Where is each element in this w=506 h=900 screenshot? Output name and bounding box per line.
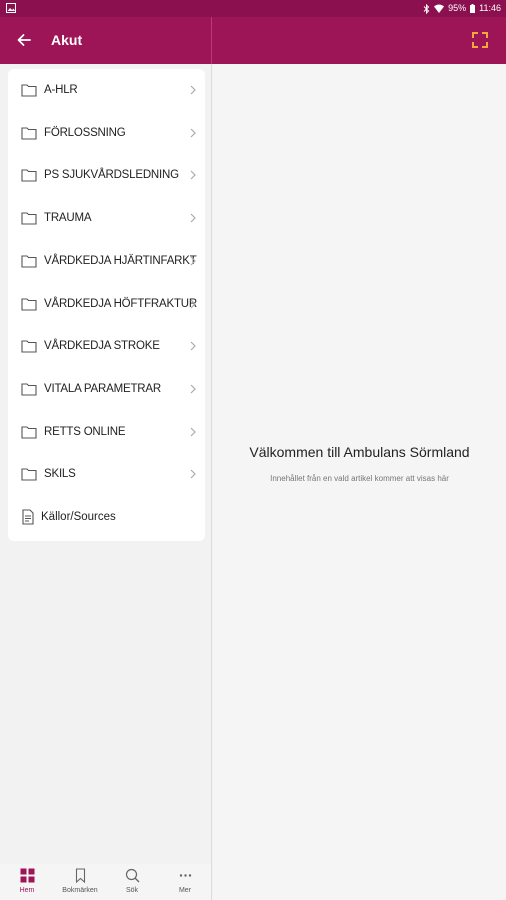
folder-icon [21,340,37,353]
nav-item-more[interactable]: Mer [159,864,211,900]
chevron-right-icon [190,85,196,95]
nav-label: Sök [125,887,139,894]
folder-icon [21,212,37,225]
folder-icon [21,297,37,311]
battery-icon [470,4,476,13]
list-item-trauma[interactable]: TRAUMA [8,197,205,239]
welcome-subtext: Innehållet från en vald artikel kommer a… [270,474,449,483]
folder-icon [21,468,37,481]
wifi-icon [434,4,445,13]
status-bar: 95% 11:46 [0,0,506,17]
grid-icon [20,868,35,883]
list-item-a-hlr[interactable]: A-HLR [8,69,205,111]
list-item-label: FÖRLOSSNING [44,126,126,139]
nav-item-bookmarks[interactable]: Bokmärken [54,864,106,900]
folder-icon [21,127,37,140]
search-icon [125,868,140,883]
content-panel: Välkommen till Ambulans Sörmland Innehål… [213,64,506,900]
list-item-skils[interactable]: SKILS [8,453,205,495]
folder-icon [21,169,37,182]
list-item-label: Källor/Sources [41,511,116,523]
list-item-vitala-parametrar[interactable]: VITALA PARAMETRAR [8,368,205,410]
folder-icon [21,426,37,439]
list-item-label: VÅRDKEDJA HJÄRTINFARKT [44,254,197,267]
folder-icon [21,383,37,396]
back-arrow-icon[interactable] [14,30,34,50]
document-icon [22,509,34,525]
folder-icon [21,255,37,268]
nav-label: Bokmärken [62,887,98,894]
list-item-retts-online[interactable]: RETTS ONLINE [8,411,205,453]
list-item-vardkedja-hjartinfarkt[interactable]: VÅRDKEDJA HJÄRTINFARKT [8,240,205,282]
app-bar-right [212,17,506,64]
category-list: A-HLR FÖRLOSSNING PS SJUKVÅRDSLEDNING TR… [8,69,205,541]
image-icon [6,3,16,13]
welcome-title: Välkommen till Ambulans Sörmland [249,444,470,460]
list-item-label: PS SJUKVÅRDSLEDNING [44,169,179,182]
nav-label: Hem [19,887,35,894]
chevron-right-icon [190,170,196,180]
list-item-ps-sjukvardsledning[interactable]: PS SJUKVÅRDSLEDNING [8,154,205,196]
battery-percent: 95% [448,3,467,13]
bottom-nav: Hem Bokmärken Sök Mer [0,864,212,900]
chevron-right-icon [190,384,196,394]
clock: 11:46 [479,3,501,13]
list-item-forlossning[interactable]: FÖRLOSSNING [8,112,205,154]
list-item-vardkedja-hoftfraktur[interactable]: VÅRDKEDJA HÖFTFRAKTUR [8,283,205,325]
more-icon [179,874,192,877]
list-item-label: VÅRDKEDJA STROKE [44,340,160,353]
nav-item-home[interactable]: Hem [1,864,53,900]
list-item-label: A-HLR [44,84,78,96]
fullscreen-icon[interactable] [471,31,489,49]
nav-label: Mer [178,887,192,894]
chevron-right-icon [190,299,196,308]
list-item-label: VÅRDKEDJA HÖFTFRAKTUR [44,297,197,310]
chevron-right-icon [190,469,196,479]
app-bar-left: Akut [0,17,212,64]
chevron-right-icon [190,213,196,223]
chevron-right-icon [190,128,196,138]
nav-item-search[interactable]: Sök [106,864,158,900]
page-title: Akut [51,32,83,48]
bookmark-icon [75,868,86,883]
chevron-right-icon [190,427,196,437]
chevron-right-icon [190,256,196,266]
list-item-kallor-sources[interactable]: Källor/Sources [8,496,205,538]
left-panel: A-HLR FÖRLOSSNING PS SJUKVÅRDSLEDNING TR… [0,64,212,864]
list-item-label: RETTS ONLINE [44,425,126,438]
list-item-label: SKILS [44,468,76,481]
list-item-label: VITALA PARAMETRAR [44,382,161,395]
chevron-right-icon [190,341,196,351]
bluetooth-icon [423,3,430,14]
app-bar: Akut [0,17,506,64]
list-item-vardkedja-stroke[interactable]: VÅRDKEDJA STROKE [8,325,205,367]
list-item-label: TRAUMA [44,212,92,225]
folder-icon [21,84,37,97]
